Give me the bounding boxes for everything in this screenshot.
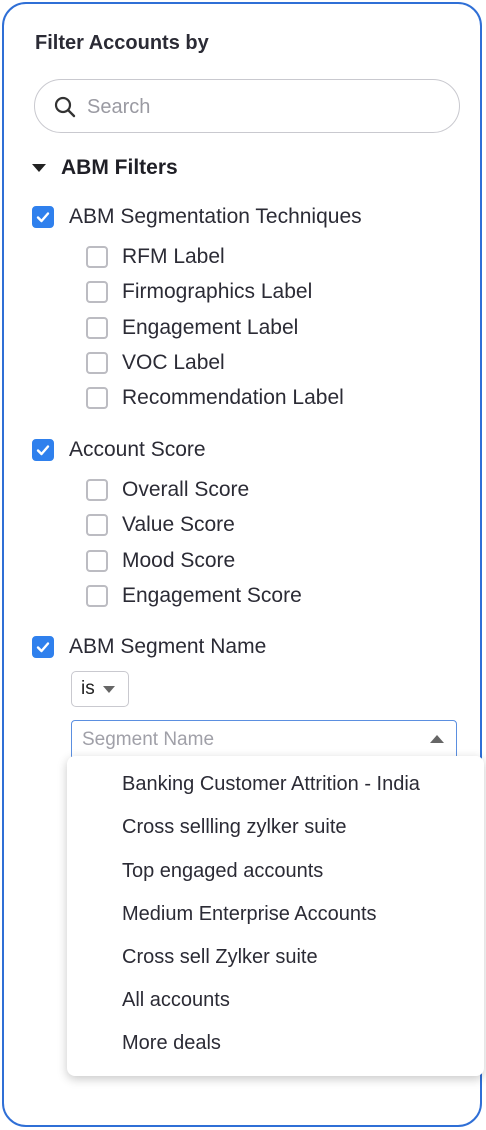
operator-value: is xyxy=(81,678,95,699)
segment-option[interactable]: All accounts xyxy=(122,989,230,1012)
segment-options-dropdown: Banking Customer Attrition - India Cross… xyxy=(67,756,484,1076)
checkbox-icon[interactable] xyxy=(86,352,108,374)
checkbox-checked-icon[interactable] xyxy=(32,439,54,461)
option-label: Engagement Label xyxy=(122,316,299,339)
option-engagement-score[interactable]: Engagement Score xyxy=(86,584,302,608)
checkbox-icon[interactable] xyxy=(86,585,108,607)
option-value-score[interactable]: Value Score xyxy=(86,513,235,537)
option-label: Overall Score xyxy=(122,478,250,501)
option-mood-score[interactable]: Mood Score xyxy=(86,549,235,573)
caret-down-icon xyxy=(32,164,46,172)
operator-select[interactable]: is xyxy=(71,671,129,707)
search-box[interactable] xyxy=(34,79,460,133)
group-abm-segmentation-techniques[interactable]: ABM Segmentation Techniques xyxy=(32,205,362,229)
option-engagement-label[interactable]: Engagement Label xyxy=(86,316,298,340)
group-label: ABM Segment Name xyxy=(69,635,267,658)
panel-title: Filter Accounts by xyxy=(35,32,209,54)
chevron-up-icon xyxy=(430,735,444,743)
checkbox-icon[interactable] xyxy=(86,479,108,501)
segment-name-placeholder: Segment Name xyxy=(82,729,215,750)
checkbox-icon[interactable] xyxy=(86,387,108,409)
search-icon xyxy=(54,96,76,118)
option-label: Recommendation Label xyxy=(122,386,344,409)
option-label: Mood Score xyxy=(122,549,236,572)
segment-option[interactable]: More deals xyxy=(122,1032,221,1055)
group-abm-segment-name[interactable]: ABM Segment Name xyxy=(32,635,266,659)
option-label: Value Score xyxy=(122,513,235,536)
segment-option[interactable]: Cross sellling zylker suite xyxy=(122,816,347,839)
option-voc-label[interactable]: VOC Label xyxy=(86,351,225,375)
checkbox-icon[interactable] xyxy=(86,550,108,572)
segment-option[interactable]: Medium Enterprise Accounts xyxy=(122,903,377,926)
abm-filters-toggle[interactable]: ABM Filters xyxy=(32,156,178,180)
option-rfm-label[interactable]: RFM Label xyxy=(86,245,225,269)
group-label: ABM Segmentation Techniques xyxy=(69,205,362,228)
checkbox-icon[interactable] xyxy=(86,246,108,268)
section-label: ABM Filters xyxy=(61,156,178,179)
option-recommendation-label[interactable]: Recommendation Label xyxy=(86,386,344,410)
checkbox-icon[interactable] xyxy=(86,317,108,339)
option-label: Firmographics Label xyxy=(122,280,313,303)
option-firmographics-label[interactable]: Firmographics Label xyxy=(86,280,312,304)
checkbox-checked-icon[interactable] xyxy=(32,206,54,228)
group-account-score[interactable]: Account Score xyxy=(32,438,206,462)
segment-option[interactable]: Cross sell Zylker suite xyxy=(122,946,318,969)
checkbox-icon[interactable] xyxy=(86,281,108,303)
option-label: Engagement Score xyxy=(122,584,302,607)
checkbox-checked-icon[interactable] xyxy=(32,636,54,658)
search-input[interactable] xyxy=(85,88,449,126)
chevron-down-icon xyxy=(102,685,115,693)
option-label: VOC Label xyxy=(122,351,225,374)
segment-name-select[interactable]: Segment Name xyxy=(71,720,457,760)
checkbox-icon[interactable] xyxy=(86,514,108,536)
group-label: Account Score xyxy=(69,438,206,461)
segment-option[interactable]: Top engaged accounts xyxy=(122,860,323,883)
segment-option[interactable]: Banking Customer Attrition - India xyxy=(122,773,420,796)
option-label: RFM Label xyxy=(122,245,225,268)
option-overall-score[interactable]: Overall Score xyxy=(86,478,249,502)
